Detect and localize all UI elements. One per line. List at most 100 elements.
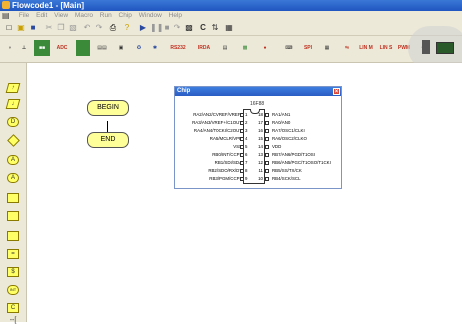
chip-window[interactable]: Chip × 16F88 RA2/AN2/CVREF/VREF- 1 18 RA1/A…: [174, 86, 342, 189]
chip-pin-row: RB2/SDO/RX/DT 8 11 RB5/SS/TX/CK: [175, 167, 341, 175]
pin-left-connector[interactable]: [240, 121, 244, 125]
download-icon[interactable]: ▦: [224, 23, 234, 33]
bluetooth-icon[interactable]: ✱: [148, 40, 162, 56]
menu-run[interactable]: Run: [100, 11, 112, 21]
spi-icon[interactable]: SPI: [300, 40, 316, 56]
end-block[interactable]: END: [87, 132, 129, 148]
copy-icon[interactable]: ❐: [56, 23, 66, 33]
pin-left-name: RB3/PGM/CCP1: [209, 176, 242, 181]
adc-icon[interactable]: ADC: [54, 40, 70, 56]
chip-pin-row: RB0/INT/CCP1 6 13 RB7/AN6/PGD/T1OSI: [175, 151, 341, 159]
sensor-icon[interactable]: ●: [258, 40, 272, 56]
output-icon[interactable]: ↓: [5, 97, 21, 111]
c-code-icon[interactable]: C: [5, 301, 21, 315]
pause-icon[interactable]: ❚❚: [150, 23, 163, 33]
motor-icon[interactable]: ▩: [238, 40, 252, 56]
menu-help[interactable]: Help: [169, 11, 182, 21]
pin-left-number: 2: [245, 120, 248, 125]
pin-right-connector[interactable]: [265, 113, 269, 117]
step-over-icon[interactable]: ▩: [184, 23, 194, 33]
pin-left-name: RB0/INT/CCP1: [212, 152, 242, 157]
transistor-icon[interactable]: ⊥: [18, 40, 30, 56]
pin-right-connector[interactable]: [265, 169, 269, 173]
begin-block[interactable]: BEGIN: [87, 100, 129, 116]
compile-hex-icon[interactable]: ⇅: [210, 23, 220, 33]
pin-left-connector[interactable]: [240, 153, 244, 157]
component-toolbar: ∘ ⊥ ■■ ADC ▤▤ ▣ ✪ ✱ RS232 IRDA ▤ ▩ ● ⌨ S…: [0, 36, 462, 63]
menu-window[interactable]: Window: [139, 11, 162, 21]
seven-segment-icon[interactable]: ▣: [114, 40, 128, 56]
pin-left-connector[interactable]: [240, 145, 244, 149]
stop-icon[interactable]: ■: [162, 23, 172, 33]
pin-right-connector[interactable]: [265, 137, 269, 141]
pin-left-number: 1: [245, 112, 248, 117]
pin-left-connector[interactable]: [240, 137, 244, 141]
open-folder-icon[interactable]: ▣: [16, 23, 26, 33]
keypad-icon[interactable]: [76, 40, 90, 56]
pin-right-connector[interactable]: [265, 161, 269, 165]
pin-right-connector[interactable]: [265, 129, 269, 133]
close-icon[interactable]: ×: [333, 88, 340, 95]
menu-chip[interactable]: Chip: [119, 11, 132, 21]
lin-master-icon[interactable]: LIN M: [358, 40, 374, 56]
redo-icon[interactable]: ↷: [94, 23, 104, 33]
delay-icon[interactable]: D: [5, 115, 21, 129]
macro-icon[interactable]: [5, 209, 21, 223]
help-icon[interactable]: ?: [122, 23, 132, 33]
lin-slave-icon[interactable]: LIN S: [378, 40, 394, 56]
battery-icon[interactable]: [422, 40, 430, 54]
document-icon[interactable]: ▤: [2, 12, 10, 20]
chip-pin-row: RA3/AN3/VREF+/C1OUT 2 17 RA0/AN0: [175, 119, 341, 127]
undo-icon[interactable]: ↶: [82, 23, 92, 33]
menu-file[interactable]: File: [19, 11, 29, 21]
irda-icon[interactable]: IRDA: [196, 40, 212, 56]
decision-icon[interactable]: [5, 133, 21, 147]
run-icon[interactable]: ▶: [138, 23, 148, 33]
loop-icon[interactable]: [5, 191, 21, 205]
connection-point-icon[interactable]: A: [5, 153, 21, 167]
memory-icon[interactable]: ▤: [218, 40, 232, 56]
chip-pin-row: RB3/PGM/CCP1 9 10 RB4/SCK/SCL: [175, 175, 341, 183]
component-macro-icon[interactable]: [5, 229, 21, 243]
chip-pin-row: VSS 5 14 VDD: [175, 143, 341, 151]
settings-icon[interactable]: ✪: [132, 40, 146, 56]
pin-left-connector[interactable]: [240, 177, 244, 181]
input-icon[interactable]: ↑: [5, 81, 21, 95]
switch-icon[interactable]: ∘: [4, 40, 16, 56]
pin-right-name: RB5/SS/TX/CK: [272, 168, 302, 173]
save-icon[interactable]: ■: [28, 23, 38, 33]
menu-edit[interactable]: Edit: [36, 11, 47, 21]
lcd-icon[interactable]: ▤▤: [94, 40, 110, 56]
bus-icon[interactable]: ⇋: [340, 40, 354, 56]
new-file-icon[interactable]: □: [4, 23, 14, 33]
goto-icon[interactable]: A: [5, 171, 21, 185]
pin-right-connector[interactable]: [265, 177, 269, 181]
keyboard-icon[interactable]: ⌨: [282, 40, 296, 56]
comment-icon[interactable]: --[: [5, 317, 21, 324]
step-into-icon[interactable]: ↷: [172, 23, 182, 33]
pin-left-connector[interactable]: [240, 129, 244, 133]
pin-left-connector[interactable]: [240, 113, 244, 117]
pin-right-name: RA1/AN1: [272, 112, 291, 117]
print-icon[interactable]: ⎙: [108, 23, 118, 33]
pin-left-connector[interactable]: [240, 161, 244, 165]
menu-view[interactable]: View: [54, 11, 68, 21]
standard-toolbar: □ ▣ ■ ✂ ❐ ▧ ↶ ↷ ⎙ ? ▶ ❚❚ ■ ↷ ▩ C ⇅ ▦: [0, 21, 462, 36]
string-manipulation-icon[interactable]: $: [5, 265, 21, 279]
menu-macro[interactable]: Macro: [75, 11, 93, 21]
lcd-module-icon[interactable]: [436, 42, 454, 54]
compile-c-icon[interactable]: C: [198, 23, 208, 33]
calculation-icon[interactable]: =: [5, 247, 21, 261]
pin-left-connector[interactable]: [240, 169, 244, 173]
pin-right-connector[interactable]: [265, 145, 269, 149]
pin-right-connector[interactable]: [265, 153, 269, 157]
rs232-icon[interactable]: RS232: [170, 40, 186, 56]
grid-icon[interactable]: ▦: [320, 40, 334, 56]
pin-left-name: RA3/AN3/VREF+/C1OUT: [192, 120, 242, 125]
interrupt-icon[interactable]: INT: [5, 283, 21, 297]
led-array-icon[interactable]: ■■: [34, 40, 50, 56]
chip-window-titlebar[interactable]: Chip ×: [175, 87, 341, 96]
pin-right-connector[interactable]: [265, 121, 269, 125]
paste-icon[interactable]: ▧: [68, 23, 78, 33]
cut-icon[interactable]: ✂: [44, 23, 54, 33]
